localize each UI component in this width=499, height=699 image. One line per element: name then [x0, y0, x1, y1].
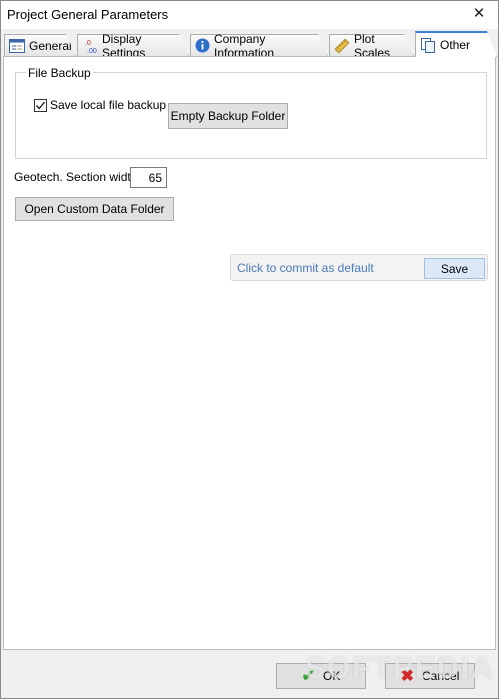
cancel-button[interactable]: ✖ Cancel [385, 663, 475, 689]
commit-default-bar: Click to commit as default Save [230, 254, 488, 281]
checkbox-label: Save local file backup [50, 98, 167, 112]
tab-company-information[interactable]: Company Information [190, 34, 328, 56]
group-title: File Backup [26, 66, 93, 80]
check-icon [34, 98, 47, 112]
save-local-backup-checkbox[interactable]: Save local file backup [34, 98, 166, 112]
window-title: Project General Parameters [7, 7, 169, 22]
tab-strip: General .0.00 Display Settings Company I… [1, 30, 498, 56]
tab-plot-scales[interactable]: Plot Scales [329, 34, 414, 56]
geotech-width-label: Geotech. Section width [14, 170, 138, 184]
check-icon: ✔ [301, 668, 316, 685]
title-bar: Project General Parameters ✕ [1, 1, 498, 29]
save-default-button[interactable]: Save [424, 258, 485, 279]
tab-other[interactable]: Other [415, 31, 497, 57]
close-icon[interactable]: ✕ [468, 4, 490, 24]
dialog-window: Project General Parameters ✕ General .0.… [0, 0, 499, 699]
form-icon [9, 38, 25, 54]
geotech-width-input[interactable] [130, 167, 167, 188]
documents-icon [420, 37, 436, 53]
cancel-x-icon: ✖ [400, 668, 415, 685]
decimal-icon: .0.00 [82, 38, 98, 54]
empty-backup-folder-button[interactable]: Empty Backup Folder [168, 103, 288, 129]
commit-default-link[interactable]: Click to commit as default [237, 261, 374, 275]
ok-label: OK [323, 669, 341, 683]
tab-display-settings[interactable]: .0.00 Display Settings [77, 34, 189, 56]
file-backup-group: File Backup Save local file backup Empty… [15, 66, 487, 159]
open-custom-data-folder-button[interactable]: Open Custom Data Folder [15, 197, 174, 221]
tab-panel-other: File Backup Save local file backup Empty… [3, 56, 496, 650]
svg-text:.00: .00 [87, 48, 97, 54]
cancel-label: Cancel [422, 669, 460, 683]
ruler-icon [334, 38, 350, 54]
dialog-footer: ✔ OK ✖ Cancel [1, 652, 498, 698]
info-icon [195, 38, 210, 54]
svg-text:.0: .0 [85, 40, 91, 47]
tab-label: General [29, 38, 72, 53]
tab-label: Other [440, 38, 471, 52]
tab-general[interactable]: General [4, 34, 76, 56]
ok-button[interactable]: ✔ OK [276, 663, 366, 689]
